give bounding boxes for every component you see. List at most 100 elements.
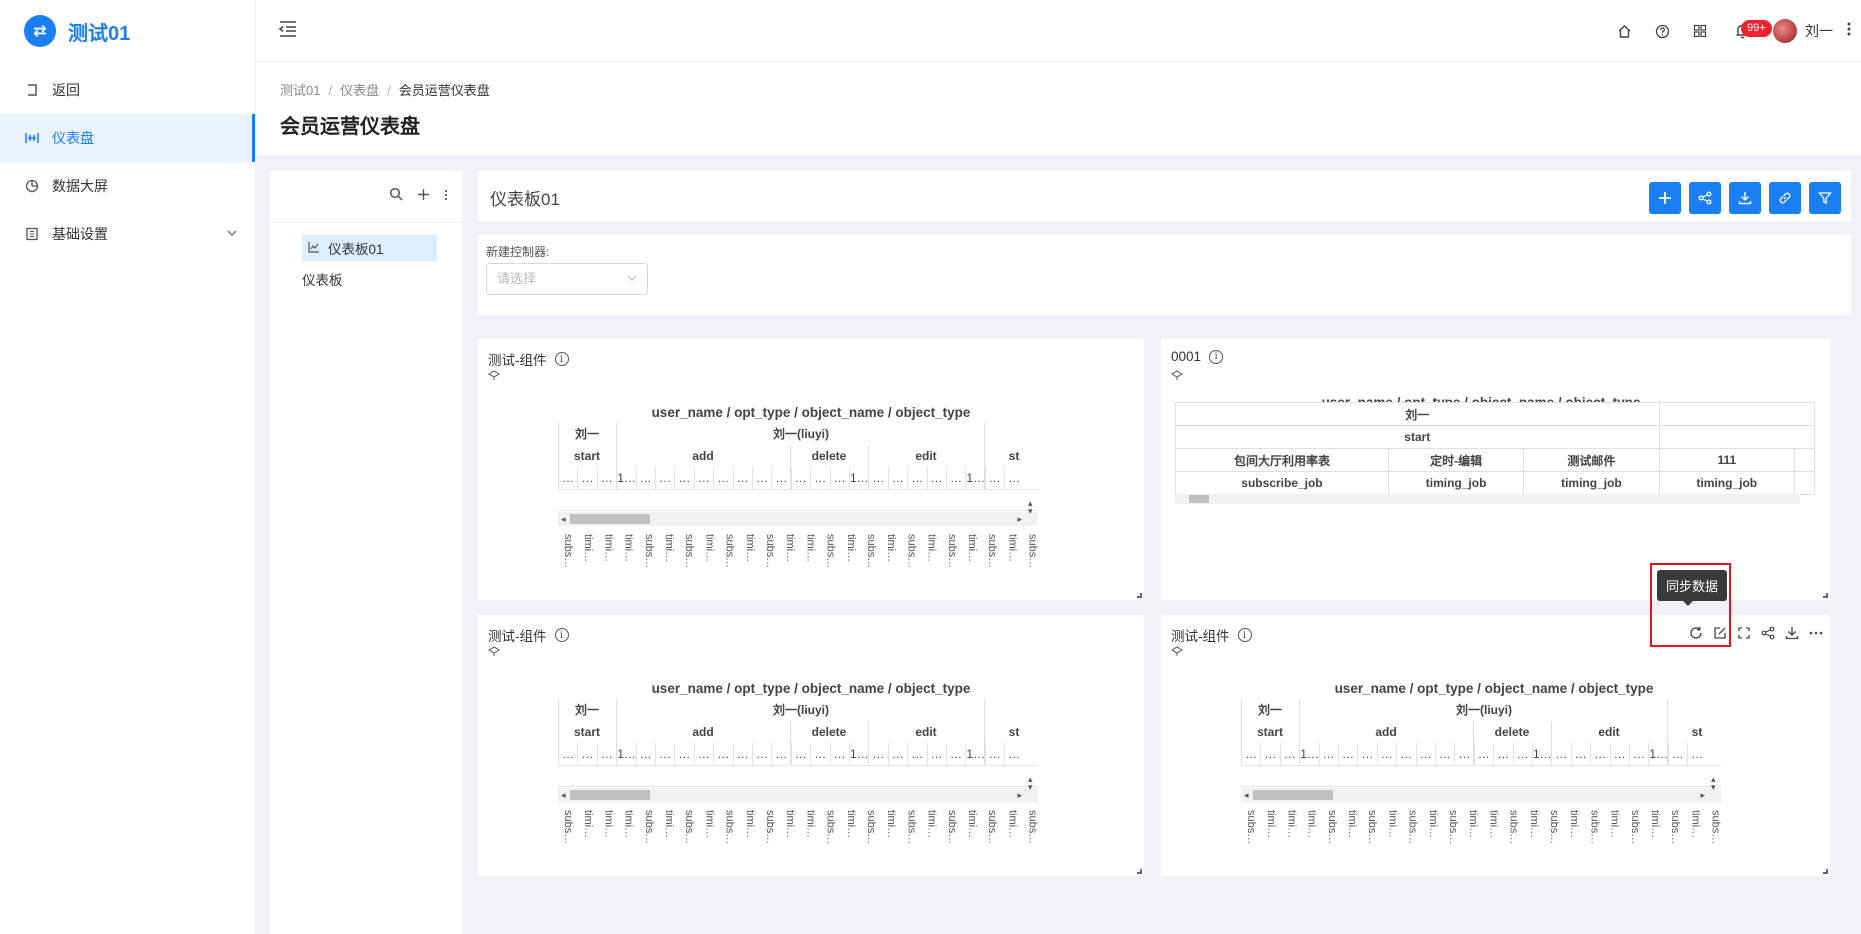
pivot-column-label: timi… [663,534,675,563]
pivot-header-row: 刘一 刘一(liuyi) [558,423,1124,445]
pivot-cell: edit [1598,725,1620,739]
pivot-cell: … [596,743,616,765]
pivot-cell: … [1318,743,1338,765]
download-button[interactable] [1729,182,1761,214]
scrollbar-thumb[interactable] [570,514,650,524]
pivot-cell: … [868,467,887,489]
info-icon[interactable]: i [1237,628,1252,642]
scroll-left-icon[interactable]: ◂ [561,512,566,526]
add-icon[interactable] [417,188,430,206]
pivot-column-label: subs… [1325,810,1338,845]
sidebar-item-label: 基础设置 [52,226,108,242]
apps-grid-icon[interactable] [1681,12,1719,50]
widget-title-text: 测试-组件 [1171,629,1230,644]
resize-handle[interactable] [1137,869,1142,874]
link-button[interactable] [1769,182,1801,214]
pivot-cell: … [732,467,752,489]
info-icon[interactable]: i [1209,349,1224,364]
table-cell [1658,425,1816,449]
pivot-cell: … [1493,743,1512,765]
controller-label: 新建控制器: [486,245,550,259]
share-icon[interactable] [1760,625,1776,641]
pivot-cell: start [573,449,600,463]
horizontal-scrollbar[interactable] [1175,494,1800,504]
scrollbar-thumb[interactable] [1189,495,1209,503]
pivot-column-label: timi… [784,534,797,563]
pivot-column-label: timi… [663,810,675,839]
pivot-cell: … [596,467,616,489]
pivot-column-label: timi… [1568,810,1581,839]
pivot-column-label: subs… [1245,810,1257,845]
menu-collapse-icon[interactable] [278,20,298,38]
app-logo[interactable]: ⇄ 测试01 [0,0,255,62]
breadcrumb: 测试01 / 仪表盘 / 会员运营仪表盘 [280,80,490,99]
horizontal-scrollbar[interactable]: ◂ ▸ [558,512,1038,526]
pivot-column-label: timi… [1527,810,1540,839]
pivot-cell: … [1376,743,1396,765]
sidebar-item-big-screen[interactable]: 数据大屏 [0,162,255,210]
pin-icon[interactable] [1171,370,1183,383]
app-logo-icon: ⇄ [24,15,56,47]
vertical-scroll-arrows-icon[interactable]: ▴ ▾ [1028,499,1122,516]
scroll-left-icon[interactable]: ◂ [1244,788,1249,802]
controller-select[interactable]: 请选择 [486,263,648,295]
horizontal-scrollbar[interactable]: ◂ ▸ [558,788,1038,802]
more-horizontal-icon[interactable] [1808,625,1824,641]
dashboard-toolbar: 仪表板01 [478,171,1851,221]
scrollbar-thumb[interactable] [1253,790,1333,800]
vertical-scroll-arrows-icon[interactable]: ▴ ▾ [1711,775,1805,792]
scrollbar-thumb[interactable] [570,790,650,800]
horizontal-scrollbar[interactable]: ◂ ▸ [1241,788,1721,802]
pivot-cell: … [946,467,965,489]
sidebar-item-back[interactable]: 返回 [0,66,255,114]
help-icon[interactable] [1643,12,1681,50]
scroll-right-icon[interactable]: ▸ [1017,788,1022,802]
scroll-right-icon[interactable]: ▸ [1017,512,1022,526]
tree-item-dashboard[interactable]: 仪表板 [296,266,437,292]
sidebar-item-dashboard[interactable]: 仪表盘 [0,114,255,162]
home-icon[interactable] [1605,12,1643,50]
table-cell: 111 [1658,448,1796,472]
more-vertical-icon[interactable] [444,188,448,206]
filter-button[interactable] [1809,182,1841,214]
pivot-cell: … [1357,743,1376,765]
scroll-left-icon[interactable]: ◂ [561,788,566,802]
pivot-header-row: ……… 1……………………………… 1……………… 1……… [558,467,1124,489]
fullscreen-icon[interactable] [1736,625,1752,641]
vertical-scroll-arrows-icon[interactable]: ▴ ▾ [1028,775,1122,792]
more-vertical-icon[interactable] [1847,21,1857,42]
user-name[interactable]: 刘一 [1805,21,1833,41]
pin-icon[interactable] [1171,646,1183,659]
resize-handle[interactable] [1137,593,1142,598]
widget-card[interactable]: 测试-组件 i user_name / opt_type / object_name… [478,615,1144,876]
share-button[interactable] [1689,182,1721,214]
download-icon[interactable] [1784,625,1800,641]
resize-handle[interactable] [1823,593,1828,598]
pivot-cell: delete [1494,725,1530,739]
widget-card[interactable]: 0001 i user_name / opt_type / object_nam… [1161,339,1830,600]
tree-item-dashboard01[interactable]: 仪表板01 [302,235,437,261]
sidebar-item-basic-settings[interactable]: 基础设置 [0,210,255,258]
scroll-right-icon[interactable]: ▸ [1700,788,1705,802]
pin-icon[interactable] [488,646,500,659]
pivot-cell: … [984,467,1004,489]
back-icon [24,82,40,98]
pivot-cell: st [1691,725,1703,739]
resize-handle[interactable] [1823,869,1828,874]
widget-card[interactable]: 测试-组件 i user_name / opt_type / object_name… [478,339,1144,600]
notification-bell-icon[interactable]: 99+ [1723,12,1772,50]
breadcrumb-item[interactable]: 测试01 [280,83,320,98]
info-icon[interactable]: i [554,352,569,366]
avatar[interactable] [1773,19,1797,43]
info-icon[interactable]: i [554,628,569,642]
search-icon[interactable] [389,187,403,206]
breadcrumb-item[interactable]: 仪表盘 [340,83,379,98]
widget-card[interactable]: 测试-组件 i user_name / opt_type / object_name… [1161,615,1830,876]
pivot-cell: … [1512,743,1532,765]
pivot-cell: … [1435,743,1454,765]
add-widget-button[interactable] [1649,182,1681,214]
pivot-column-label: timi… [622,534,635,563]
pie-icon [24,178,40,194]
pin-icon[interactable] [488,370,500,383]
pivot-cell: … [752,743,771,765]
